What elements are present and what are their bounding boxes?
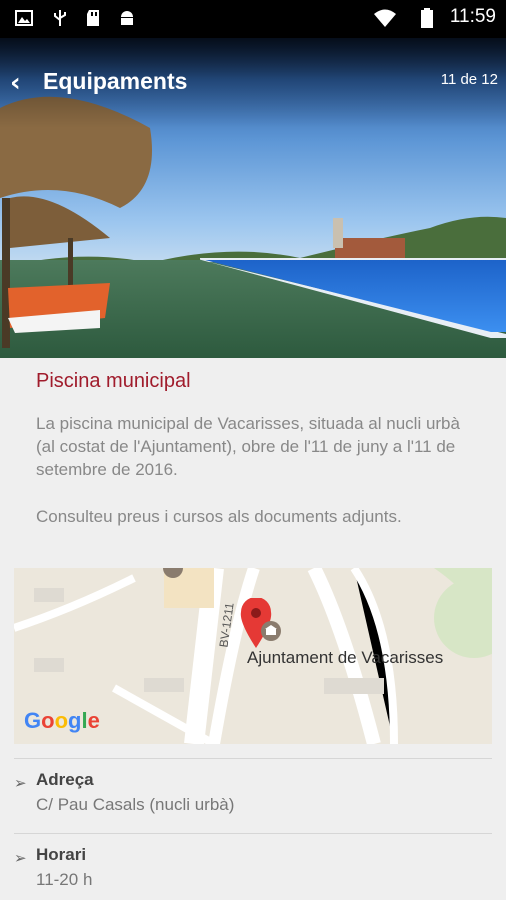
gallery-counter: 11 de 12 — [440, 71, 498, 88]
usb-icon — [54, 10, 66, 26]
schedule-value: 11-20 h — [36, 870, 93, 889]
image-icon — [15, 10, 33, 26]
clock: 11:59 — [449, 6, 496, 27]
facility-details: Piscina municipal La piscina municipal d… — [0, 358, 506, 900]
schedule-label: Horari — [36, 845, 87, 864]
landmark-icon — [163, 568, 183, 578]
send-icon: ➢ — [14, 849, 27, 867]
back-icon[interactable]: ‹ — [10, 68, 21, 98]
address-value: C/ Pau Casals (nucli urbà) — [36, 795, 235, 814]
android-icon — [121, 11, 133, 25]
status-bar: 11:59 — [0, 0, 506, 38]
facility-description: La piscina municipal de Vacarisses, situ… — [36, 414, 460, 479]
send-icon: ➢ — [14, 774, 27, 792]
battery-icon — [421, 8, 433, 28]
wifi-icon — [374, 9, 396, 27]
town-hall-icon — [261, 621, 281, 641]
map-place-label: Ajuntament de Vacarisses — [247, 648, 444, 667]
facility-name: Piscina municipal — [36, 370, 191, 392]
google-logo: Google — [24, 708, 100, 733]
address-label: Adreça — [36, 770, 94, 789]
divider — [14, 833, 492, 834]
divider — [14, 758, 492, 759]
facility-note: Consulteu preus i cursos als documents a… — [36, 507, 402, 526]
sd-card-icon — [87, 10, 99, 26]
app-bar: ‹ Equipaments 11 de 12 — [0, 38, 506, 128]
map-view[interactable]: BV-1211 Ajuntament de Vacarisses Google — [14, 568, 492, 744]
page-title: Equipaments — [43, 68, 188, 94]
